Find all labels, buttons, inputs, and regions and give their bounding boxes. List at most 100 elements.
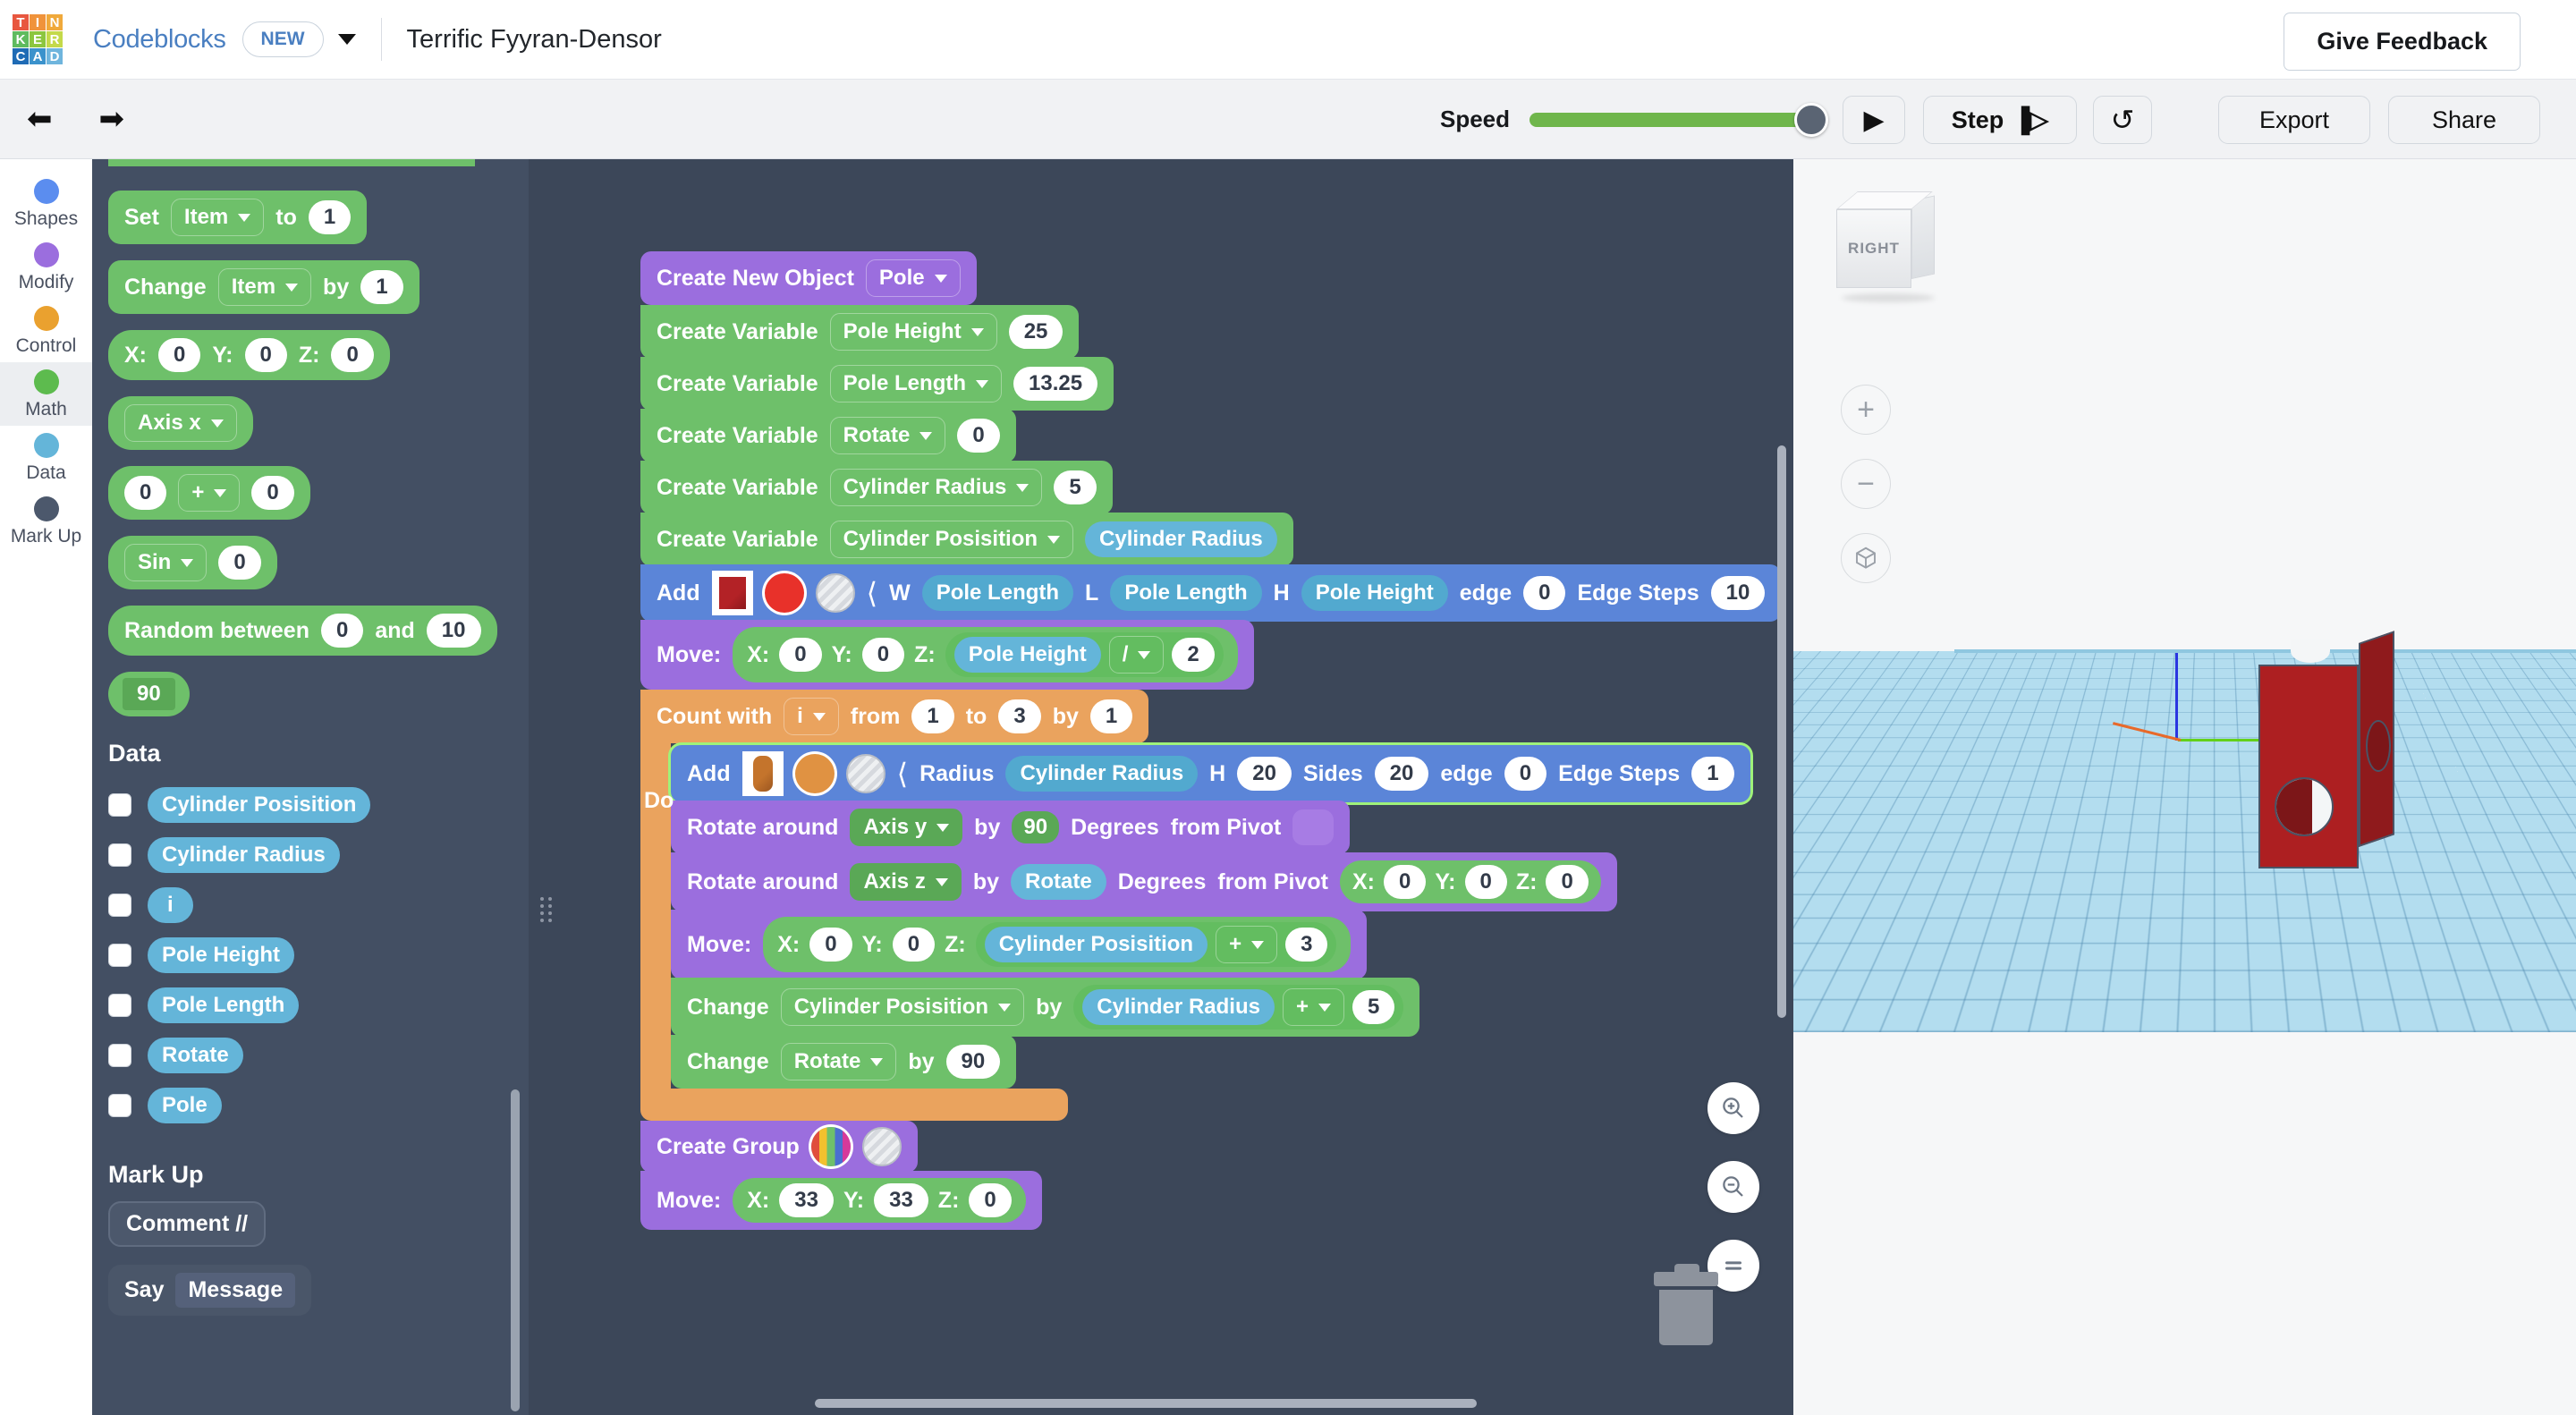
variable-row[interactable]: Pole [108,1080,529,1131]
new-badge[interactable]: NEW [242,21,324,57]
y-input[interactable]: 0 [245,338,287,372]
redo-icon[interactable]: ➡ [99,104,125,134]
canvas-horizontal-scrollbar[interactable] [815,1399,1477,1408]
to-input[interactable]: 3 [998,699,1040,733]
change-expression[interactable]: Cylinder Radius + 5 [1073,985,1403,1029]
expression-operand-input[interactable]: 5 [1352,990,1394,1024]
sides-input[interactable]: 20 [1375,757,1429,791]
palette-block-arithmetic[interactable]: 0 + 0 [108,466,310,520]
variable-chip[interactable]: Rotate [148,1038,243,1073]
z-operand-input[interactable]: 3 [1285,928,1327,962]
block-move-object[interactable]: Move: X: 0 Y: 0 Z: Pole Height / 2 [640,620,1254,690]
block-create-variable[interactable]: Create Variable Rotate 0 [640,409,1016,462]
palette-block-partial[interactable] [108,159,475,166]
operand-right-input[interactable]: 0 [251,476,293,510]
x-input[interactable]: 33 [779,1183,834,1217]
block-move-group[interactable]: Move: X: 33 Y: 33 Z: 0 [640,1171,1042,1230]
change-value-input[interactable]: 1 [360,270,402,304]
block-add-cylinder[interactable]: Add ⟨ Radius Cylinder Radius H 20 Sides … [671,745,1750,802]
change-variable-dropdown[interactable]: Item [218,268,311,306]
expression-operator-dropdown[interactable]: + [1283,988,1344,1026]
plus-icon[interactable]: + [1841,385,1891,435]
sidebar-item-markup[interactable]: Mark Up [0,489,92,553]
edge-input[interactable]: 0 [1504,757,1546,791]
random-max-input[interactable]: 10 [427,614,481,648]
palette-block-xyz[interactable]: X: 0 Y: 0 Z: 0 [108,330,390,380]
palette-block-say[interactable]: Say Message [108,1265,311,1316]
random-min-input[interactable]: 0 [321,614,363,648]
variable-name-dropdown[interactable]: Pole Length [830,365,1002,402]
palette-block-axis[interactable]: Axis x [108,396,253,450]
variable-row[interactable]: Cylinder Posisition [108,780,529,830]
block-count-loop[interactable]: Count with i from 1 to 3 by 1 Do [640,690,1781,1121]
trash-icon[interactable] [1654,1272,1718,1349]
axis-dropdown[interactable]: Axis y [850,809,962,846]
xyz-group[interactable]: X: 0 Y: 0 Z: Cylinder Posisition + [763,917,1351,972]
z-variable-chip[interactable]: Pole Height [954,637,1101,673]
variable-name-dropdown[interactable]: Cylinder Posisition [781,988,1024,1026]
restart-button[interactable]: ↺ [2093,96,2152,144]
variable-row[interactable]: Pole Height [108,930,529,980]
z-expression[interactable]: Cylinder Posisition + 3 [976,922,1337,967]
palette-block-angle[interactable]: 90 [108,672,190,716]
variable-chip[interactable]: Cylinder Radius [148,837,340,873]
x-input[interactable]: 0 [1384,865,1426,899]
view-cube-right-face[interactable] [1911,195,1935,279]
count-loop-header[interactable]: Count with i from 1 to 3 by 1 [640,690,1148,743]
solid-red-icon[interactable] [765,573,804,613]
operand-left-input[interactable]: 0 [124,476,166,510]
y-input[interactable]: 33 [874,1183,928,1217]
palette-block-change-variable[interactable]: Change Item by 1 [108,260,419,314]
tinkercad-logo[interactable]: T I N K E R C A D [13,14,63,64]
canvas-vertical-scrollbar[interactable] [1777,445,1786,1018]
x-input[interactable]: 0 [158,338,200,372]
minus-icon[interactable]: − [1841,459,1891,509]
palette-block-comment[interactable]: Comment // [108,1201,266,1247]
set-value-input[interactable]: 1 [309,200,351,234]
z-operator-dropdown[interactable]: + [1216,926,1277,963]
block-create-variable[interactable]: Create Variable Cylinder Posisition Cyli… [640,513,1293,566]
block-create-variable[interactable]: Create Variable Pole Length 13.25 [640,357,1114,411]
pivot-xyz-group[interactable]: X: 0 Y: 0 Z: 0 [1340,860,1601,903]
variable-checkbox[interactable] [108,894,131,917]
variable-name-dropdown[interactable]: Rotate [781,1043,897,1080]
y-input[interactable]: 0 [862,638,904,672]
xyz-group[interactable]: X: 0 Y: 0 Z: Pole Height / 2 [733,627,1238,682]
view-cube-front-face[interactable]: RIGHT [1836,209,1911,288]
variable-checkbox[interactable] [108,1044,131,1067]
variable-row[interactable]: i [108,880,529,930]
variable-chip[interactable]: Pole [148,1088,222,1123]
variable-checkbox[interactable] [108,994,131,1017]
variable-name-dropdown[interactable]: Cylinder Radius [830,469,1043,506]
hole-icon[interactable] [862,1127,902,1166]
cylinder-shape-icon[interactable] [742,751,784,796]
block-create-variable[interactable]: Create Variable Pole Height 25 [640,305,1079,359]
solid-orange-icon[interactable] [795,754,835,793]
operator-dropdown[interactable]: + [178,474,240,512]
variable-row[interactable]: Cylinder Radius [108,830,529,880]
variable-chip[interactable]: i [148,887,193,923]
width-value-chip[interactable]: Pole Length [922,575,1073,611]
degrees-input[interactable]: 90 [1012,811,1059,843]
variable-row[interactable]: Pole Length [108,980,529,1030]
height-input[interactable]: 20 [1237,757,1292,791]
variable-checkbox[interactable] [108,793,131,817]
canvas-resize-handle[interactable] [540,889,553,930]
z-expression[interactable]: Pole Height / 2 [945,632,1224,677]
code-canvas[interactable]: Create New Object Pole Create Variable P… [529,159,1793,1415]
block-change-rotate[interactable]: Change Rotate by 90 [671,1035,1016,1089]
length-value-chip[interactable]: Pole Length [1110,575,1261,611]
variable-value-input[interactable]: 5 [1054,470,1096,504]
z-operator-dropdown[interactable]: / [1109,636,1165,674]
pivot-empty-slot[interactable] [1292,809,1334,845]
variable-checkbox[interactable] [108,843,131,867]
zoom-in-icon[interactable] [1707,1082,1759,1134]
edge-input[interactable]: 0 [1523,576,1565,610]
block-script[interactable]: Create New Object Pole Create Variable P… [640,253,1781,1230]
codeblocks-link[interactable]: Codeblocks [93,25,226,55]
variable-chip[interactable]: Cylinder Posisition [148,787,370,823]
palette-block-random[interactable]: Random between 0 and 10 [108,606,497,656]
block-add-box[interactable]: Add ⟨ W Pole Length L Pole Length H Pole… [640,564,1781,622]
block-rotate-z[interactable]: Rotate around Axis z by Rotate Degrees f… [671,852,1617,911]
collapse-arrow-icon[interactable]: ⟨ [897,757,908,791]
